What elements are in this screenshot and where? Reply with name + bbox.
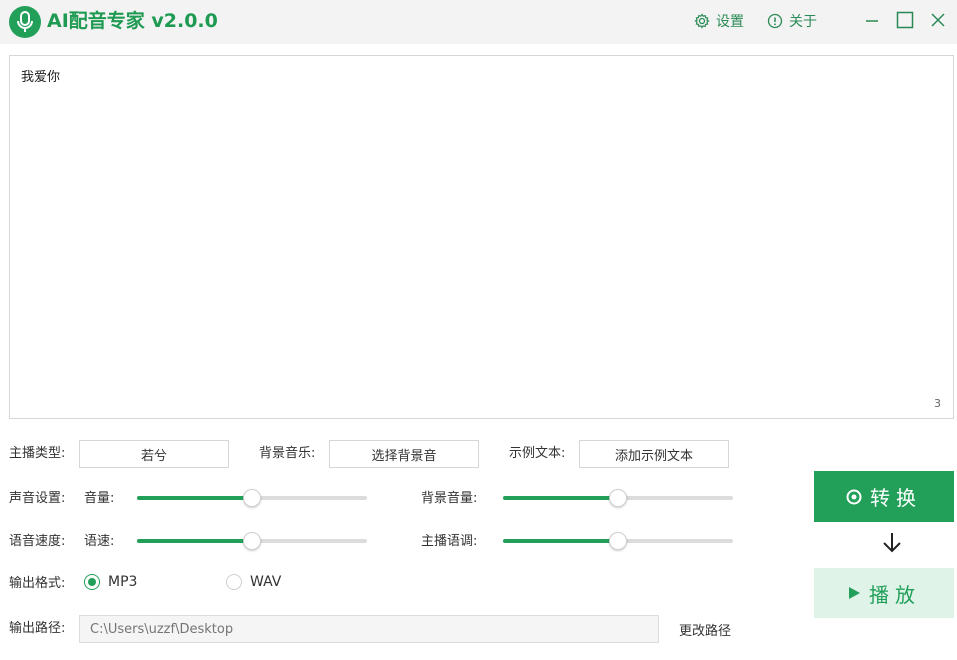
anchor-type-label: 主播类型: (9, 446, 66, 461)
radio-mp3-indicator[interactable] (84, 574, 100, 590)
char-count: 3 (934, 397, 941, 410)
about-link[interactable]: 关于 (767, 11, 817, 31)
format-label: 输出格式: (9, 576, 66, 591)
pitch-slider-handle[interactable] (609, 532, 627, 550)
about-label: 关于 (789, 14, 817, 30)
radio-wav-indicator[interactable] (226, 574, 242, 590)
close-button[interactable] (927, 9, 949, 31)
minimize-icon (866, 20, 878, 22)
convert-icon (846, 489, 862, 504)
settings-link[interactable]: 设置 (694, 11, 744, 31)
app-title: AI配音专家 v2.0.0 (47, 10, 218, 32)
speed-label: 语速: (84, 534, 115, 549)
pitch-slider-fill (503, 539, 618, 543)
radio-mp3-label: MP3 (108, 574, 138, 590)
title-bar: AI配音专家 v2.0.0 设置 关于 (0, 0, 957, 44)
microphone-logo-icon (9, 6, 41, 38)
speed-slider-handle[interactable] (243, 532, 261, 550)
maximize-icon (896, 11, 914, 29)
add-sample-text-button[interactable]: 添加示例文本 (579, 440, 729, 468)
convert-label: 转换 (870, 486, 922, 510)
editor-text[interactable]: 我爱你 (21, 66, 60, 85)
voice-settings-label: 声音设置: (9, 491, 66, 506)
volume-label: 音量: (84, 491, 115, 506)
volume-slider-fill (137, 496, 252, 500)
play-label: 播放 (869, 582, 921, 607)
choose-bg-music-button[interactable]: 选择背景音 (329, 440, 479, 468)
gear-icon (694, 13, 710, 29)
settings-label: 设置 (716, 14, 744, 30)
speed-slider-fill (137, 539, 252, 543)
volume-slider-handle[interactable] (243, 489, 261, 507)
bg-volume-slider[interactable] (503, 488, 733, 508)
bg-volume-label: 背景音量: (421, 491, 478, 506)
pitch-label: 主播语调: (421, 534, 478, 549)
pitch-slider[interactable] (503, 531, 733, 551)
change-path-link[interactable]: 更改路径 (679, 620, 731, 639)
arrow-down-icon (883, 533, 901, 553)
play-button[interactable]: 播放 (814, 568, 954, 618)
bg-music-label: 背景音乐: (259, 446, 316, 461)
path-label: 输出路径: (9, 621, 66, 636)
output-path-input[interactable] (79, 615, 659, 643)
sample-text-label: 示例文本: (509, 446, 566, 461)
format-radio-mp3[interactable]: MP3 (84, 574, 137, 590)
radio-wav-label: WAV (250, 574, 282, 590)
bg-volume-slider-handle[interactable] (609, 489, 627, 507)
volume-slider[interactable] (137, 488, 367, 508)
format-radio-wav[interactable]: WAV (226, 574, 281, 590)
play-icon (849, 587, 860, 599)
speed-section-label: 语音速度: (9, 534, 66, 549)
convert-button[interactable]: 转换 (814, 471, 954, 522)
maximize-button[interactable] (894, 9, 916, 31)
info-icon (767, 13, 783, 29)
speed-slider[interactable] (137, 531, 367, 551)
text-editor[interactable]: 我爱你 3 (9, 55, 954, 419)
close-icon (931, 13, 945, 27)
anchor-type-select[interactable]: 若兮 (79, 440, 229, 468)
minimize-button[interactable] (861, 9, 883, 31)
bg-volume-slider-fill (503, 496, 618, 500)
